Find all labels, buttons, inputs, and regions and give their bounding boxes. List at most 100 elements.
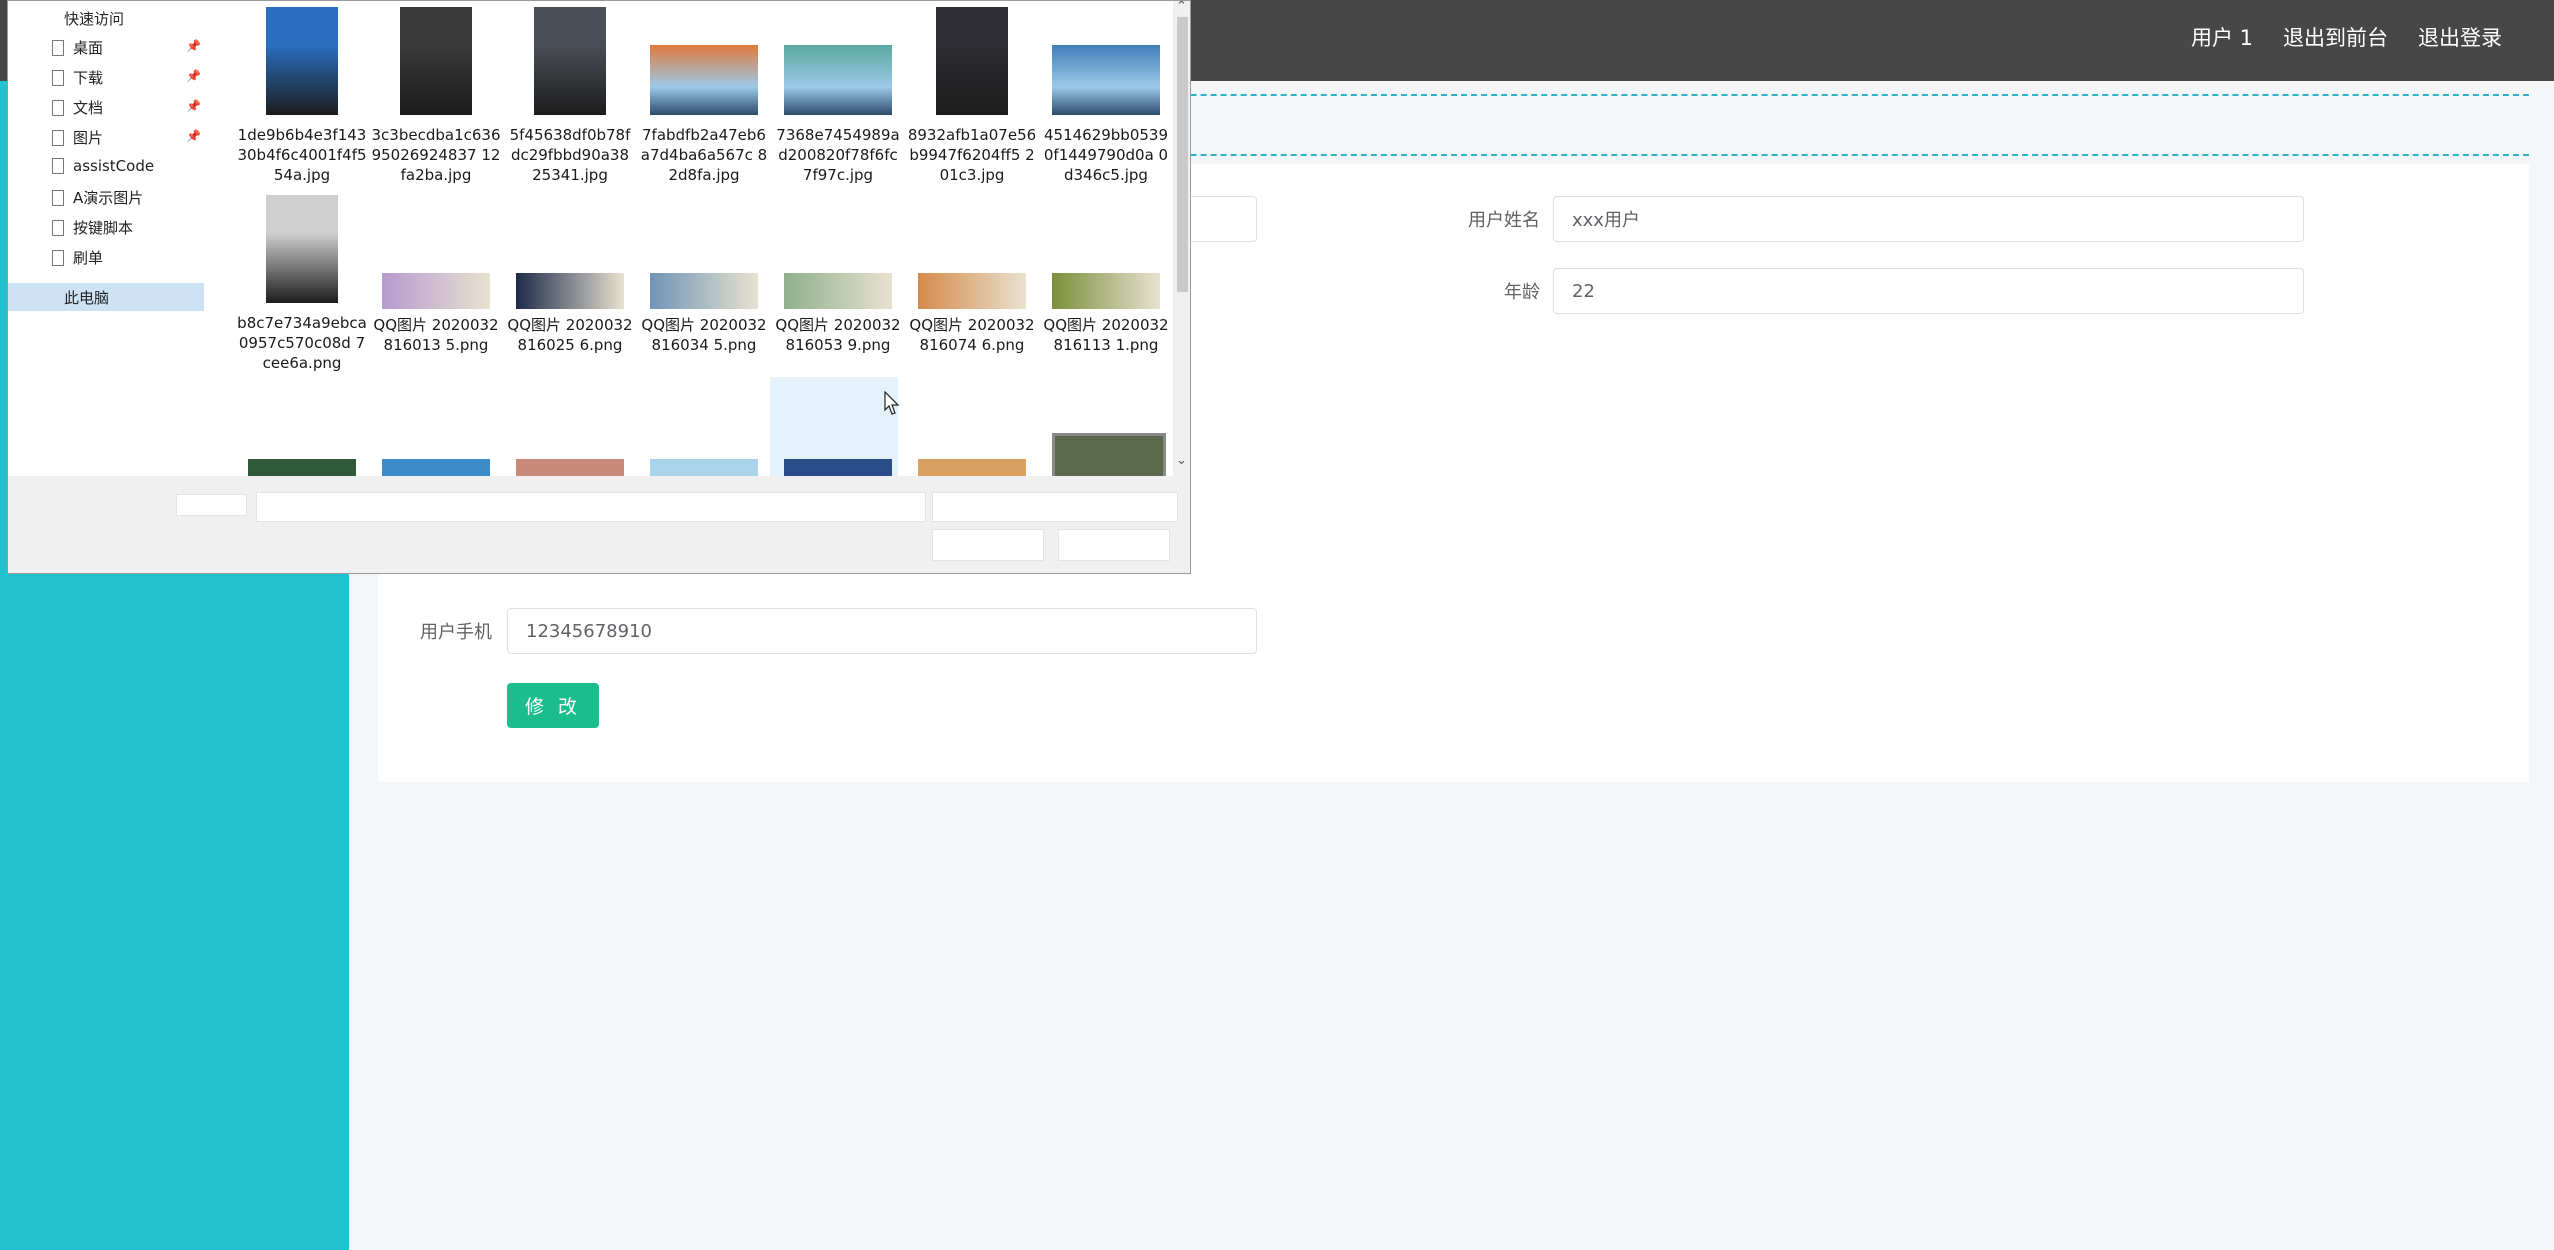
file-item[interactable]: 8932afb1a07e56b9947f6204ff5 201c3.jpg xyxy=(908,7,1036,187)
file-item[interactable]: 4514629bb05390f1449790d0a 0d346c5.jpg xyxy=(1042,7,1170,187)
nav-item-label: 按键脚本 xyxy=(73,219,134,237)
image-thumbnail xyxy=(534,7,606,115)
name-label: 用户姓名 xyxy=(1468,210,1540,231)
pin-icon: 📌 xyxy=(186,69,201,83)
quick-access-label[interactable]: 快速访问 xyxy=(64,8,124,29)
partial-thumbnail[interactable] xyxy=(784,459,892,476)
phone-row: 用户手机 12345678910 xyxy=(400,608,1257,654)
image-thumbnail xyxy=(400,7,472,115)
image-thumbnail xyxy=(1052,45,1160,115)
file-item[interactable]: QQ图片 2020032816013 5.png xyxy=(372,195,500,375)
age-row: 年龄 22 xyxy=(1400,268,2304,314)
this-pc-label: 此电脑 xyxy=(64,289,110,307)
file-list: 1de9b6b4e3f14330b4f6c4001f4f554a.jpg 3c3b… xyxy=(213,1,1173,482)
cancel-button[interactable] xyxy=(1058,529,1170,561)
file-name: b8c7e734a9ebca0957c570c08d 7cee6a.png xyxy=(237,314,367,372)
nav-item-label: assistCode xyxy=(73,157,155,175)
dialog-nav-pane: 快速访问 桌面 📌 下载 📌 文档 📌 图片 📌 assistCode A演示图片按键脚本刷单 此… xyxy=(8,1,208,476)
nav-item[interactable]: 刷单 xyxy=(52,247,103,268)
back-to-front-link[interactable]: 退出到前台 xyxy=(2283,22,2388,52)
name-row: 用户姓名 xxx用户 xyxy=(1400,196,2304,242)
file-item[interactable]: QQ图片 2020032816113 1.png xyxy=(1042,195,1170,375)
file-item[interactable]: 5f45638df0b78fdc29fbbd90a38 25341.jpg xyxy=(506,7,634,187)
file-name: 5f45638df0b78fdc29fbbd90a38 25341.jpg xyxy=(509,126,631,184)
file-item[interactable]: QQ图片 2020032816074 6.png xyxy=(908,195,1036,375)
partial-thumbnail[interactable] xyxy=(248,459,356,476)
pin-icon: 📌 xyxy=(186,39,201,53)
logout-link[interactable]: 退出登录 xyxy=(2418,22,2502,52)
nav-item[interactable]: 下载 xyxy=(52,67,103,88)
file-icon xyxy=(52,39,64,56)
image-thumbnail xyxy=(784,273,892,309)
file-icon xyxy=(52,219,64,236)
image-thumbnail xyxy=(784,45,892,115)
user-menu-link[interactable]: 用户 1 xyxy=(2191,22,2253,52)
file-item[interactable]: 1de9b6b4e3f14330b4f6c4001f4f554a.jpg xyxy=(237,7,367,187)
file-icon xyxy=(52,249,64,266)
file-name: QQ图片 2020032816025 6.png xyxy=(507,316,633,354)
image-thumbnail xyxy=(266,7,338,115)
phone-label: 用户手机 xyxy=(420,622,492,643)
partial-thumbnail[interactable] xyxy=(918,459,1026,476)
scroll-up-icon[interactable]: ⌃ xyxy=(1176,1,1187,14)
nav-item[interactable]: 图片 xyxy=(52,127,103,148)
modify-button[interactable]: 修 改 xyxy=(507,683,599,728)
file-name: 4514629bb05390f1449790d0a 0d346c5.jpg xyxy=(1043,126,1169,184)
nav-item-label: A演示图片 xyxy=(73,189,144,207)
file-name: QQ图片 2020032816113 1.png xyxy=(1043,316,1169,354)
file-name: QQ图片 2020032816013 5.png xyxy=(373,316,499,354)
file-icon xyxy=(52,158,64,174)
open-button[interactable] xyxy=(932,529,1044,561)
scroll-down-icon[interactable]: ⌄ xyxy=(1176,453,1187,468)
filetype-select[interactable] xyxy=(932,492,1178,522)
nav-item-label: 刷单 xyxy=(73,249,104,267)
file-name: QQ图片 2020032816074 6.png xyxy=(909,316,1035,354)
image-thumbnail xyxy=(382,273,490,309)
nav-item-label: 图片 xyxy=(73,129,104,147)
partial-thumbnail[interactable] xyxy=(1052,433,1166,482)
nav-item[interactable]: 桌面 xyxy=(52,37,103,58)
pin-icon: 📌 xyxy=(186,99,201,113)
file-icon xyxy=(52,189,64,206)
file-name: QQ图片 2020032816034 5.png xyxy=(641,316,767,354)
pin-icon: 📌 xyxy=(186,129,201,143)
partial-thumbnail[interactable] xyxy=(382,459,490,476)
file-item[interactable]: 7368e7454989ad200820f78f6fc 7f97c.jpg xyxy=(774,7,902,187)
filename-label-box xyxy=(176,494,247,516)
nav-item[interactable]: 文档 xyxy=(52,97,103,118)
age-label: 年龄 xyxy=(1504,282,1540,303)
file-icon xyxy=(52,129,64,146)
file-open-dialog: 快速访问 桌面 📌 下载 📌 文档 📌 图片 📌 assistCode A演示图片按键脚本刷单 此… xyxy=(7,0,1191,574)
phone-input[interactable]: 12345678910 xyxy=(507,608,1257,654)
file-name: 1de9b6b4e3f14330b4f6c4001f4f554a.jpg xyxy=(237,126,367,184)
partial-thumbnail[interactable] xyxy=(516,459,624,476)
nav-item-label: 下载 xyxy=(73,69,104,87)
file-item[interactable]: QQ图片 2020032816034 5.png xyxy=(640,195,768,375)
file-list-scrollbar[interactable]: ⌃ ⌄ xyxy=(1173,1,1190,476)
filename-input[interactable] xyxy=(256,492,926,522)
file-name: 3c3becdba1c63695026924837 12fa2ba.jpg xyxy=(371,126,501,184)
image-thumbnail xyxy=(266,195,338,303)
file-item[interactable]: QQ图片 2020032816053 9.png xyxy=(774,195,902,375)
name-input[interactable]: xxx用户 xyxy=(1553,196,2304,242)
top-nav: 用户 1 退出到前台 退出登录 xyxy=(2191,22,2502,52)
age-input[interactable]: 22 xyxy=(1553,268,2304,314)
this-pc-item[interactable]: 此电脑 xyxy=(8,283,204,311)
nav-item[interactable]: A演示图片 xyxy=(52,187,143,208)
file-name: 8932afb1a07e56b9947f6204ff5 201c3.jpg xyxy=(907,126,1037,184)
mouse-cursor-icon xyxy=(884,391,900,415)
nav-item-label: 文档 xyxy=(73,99,104,117)
partial-thumbnail[interactable] xyxy=(650,459,758,476)
nav-item[interactable]: assistCode xyxy=(52,157,154,175)
file-icon xyxy=(52,69,64,86)
file-name: 7fabdfb2a47eb6a7d4ba6a567c 82d8fa.jpg xyxy=(640,126,768,184)
file-item[interactable]: QQ图片 2020032816025 6.png xyxy=(506,195,634,375)
image-thumbnail xyxy=(936,7,1008,115)
file-item[interactable]: 7fabdfb2a47eb6a7d4ba6a567c 82d8fa.jpg xyxy=(640,7,768,187)
nav-item[interactable]: 按键脚本 xyxy=(52,217,133,238)
scroll-thumb[interactable] xyxy=(1177,17,1188,292)
file-item[interactable]: b8c7e734a9ebca0957c570c08d 7cee6a.png xyxy=(237,195,367,375)
file-item[interactable]: 3c3becdba1c63695026924837 12fa2ba.jpg xyxy=(371,7,501,187)
image-thumbnail xyxy=(918,273,1026,309)
file-name: 7368e7454989ad200820f78f6fc 7f97c.jpg xyxy=(776,126,900,184)
